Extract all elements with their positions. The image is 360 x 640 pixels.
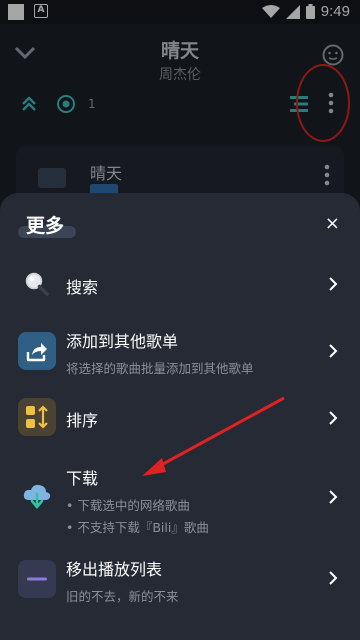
menu-item-remove-from-playlist[interactable]: 移出播放列表 旧的不去，新的不来 [0, 551, 360, 607]
cloud-download-icon [18, 477, 56, 515]
menu-item-add-to-playlist[interactable]: 添加到其他歌单 将选择的歌曲批量添加到其他歌单 [0, 323, 360, 379]
search-icon [18, 265, 56, 303]
menu-item-description: • 下载选中的网络歌曲 [66, 498, 190, 513]
menu-item-label: 排序 [66, 411, 99, 430]
menu-item-label: 下载 [66, 469, 99, 488]
chevron-right-icon [329, 411, 338, 425]
more-bottom-sheet: 更多 × 搜索 添加到其他歌单 将选择的歌曲批量添加到其他歌单 排序 下载 • … [0, 193, 360, 640]
menu-item-label: 添加到其他歌单 [66, 332, 179, 351]
menu-item-description: 旧的不去，新的不来 [66, 589, 179, 604]
chevron-right-icon [329, 344, 338, 358]
menu-item-label: 移出播放列表 [66, 560, 163, 579]
remove-icon [18, 560, 56, 598]
sort-icon [18, 398, 56, 436]
menu-item-search[interactable]: 搜索 [0, 259, 360, 309]
menu-item-description-2: • 不支持下载『Bili』歌曲 [66, 520, 209, 535]
menu-item-download[interactable]: 下载 • 下载选中的网络歌曲 • 不支持下载『Bili』歌曲 [0, 461, 360, 535]
menu-item-sort[interactable]: 排序 [0, 393, 360, 443]
close-button[interactable]: × [325, 215, 340, 233]
share-icon [18, 332, 56, 370]
chevron-right-icon [329, 277, 338, 291]
chevron-right-icon [329, 490, 338, 504]
menu-item-label: 搜索 [66, 278, 99, 297]
menu-item-description: 将选择的歌曲批量添加到其他歌单 [66, 361, 254, 376]
sheet-title: 更多 [26, 215, 65, 237]
chevron-right-icon [329, 571, 338, 585]
